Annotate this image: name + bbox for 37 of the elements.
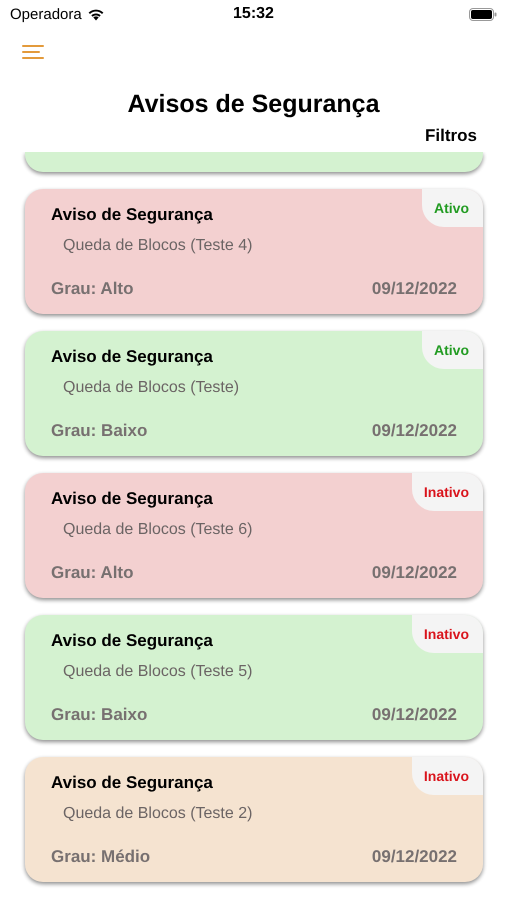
card-description: Queda de Blocos (Teste 2) — [63, 805, 252, 823]
card-title: Aviso de Segurança — [51, 347, 213, 367]
wifi-icon — [86, 8, 105, 20]
menu-icon[interactable] — [22, 44, 44, 60]
card-date: 09/12/2022 — [372, 421, 457, 441]
status-badge: Inativo — [412, 757, 483, 795]
alert-card[interactable]: Aviso de Segurança Inativo Queda de Blocos (Teste 6) Grau: Alto 09/12/2022 — [25, 473, 483, 598]
status-badge: Inativo — [412, 615, 483, 653]
clock-time: 15:32 — [233, 5, 274, 23]
carrier-name: Operadora — [10, 6, 82, 22]
severity-label: Grau: Alto — [51, 279, 134, 299]
card-title: Aviso de Segurança — [51, 631, 213, 651]
filters-button[interactable]: Filtros — [423, 124, 479, 148]
card-description: Queda de Blocos (Teste 6) — [63, 521, 252, 539]
severity-label: Grau: Alto — [51, 563, 134, 583]
page-title: Avisos de Segurança — [126, 89, 381, 120]
card-title: Aviso de Segurança — [51, 205, 213, 225]
status-badge: Ativo — [422, 189, 483, 227]
card-description: Queda de Blocos (Teste 5) — [63, 663, 252, 681]
card-title: Aviso de Segurança — [51, 773, 213, 793]
status-badge: Inativo — [412, 473, 483, 511]
card-title: Aviso de Segurança — [51, 489, 213, 509]
alert-card[interactable]: Aviso de Segurança Inativo Queda de Blocos (Teste 5) Grau: Baixo 09/12/2022 — [25, 615, 483, 740]
severity-label: Grau: Baixo — [51, 421, 148, 441]
alert-card[interactable]: Aviso de Segurança Inativo Queda de Blocos (Teste 2) Grau: Médio 09/12/2022 — [25, 757, 483, 882]
card-date: 09/12/2022 — [372, 705, 457, 725]
alert-card[interactable]: Aviso de Segurança Ativo Queda de Blocos (Teste 4) Grau: Alto 09/12/2022 — [25, 189, 483, 314]
card-date: 09/12/2022 — [372, 847, 457, 867]
severity-label: Grau: Médio — [51, 847, 150, 867]
battery-icon — [469, 8, 497, 20]
card-description: Queda de Blocos (Teste) — [63, 379, 240, 397]
status-badge: Ativo — [422, 331, 483, 369]
card-date: 09/12/2022 — [372, 563, 457, 583]
card-description: Queda de Blocos (Teste 4) — [63, 237, 252, 255]
card-date: 09/12/2022 — [372, 279, 457, 299]
severity-label: Grau: Baixo — [51, 705, 148, 725]
alert-card[interactable]: Aviso de Segurança Ativo Queda de Blocos (Teste) Grau: Baixo 09/12/2022 — [25, 331, 483, 456]
